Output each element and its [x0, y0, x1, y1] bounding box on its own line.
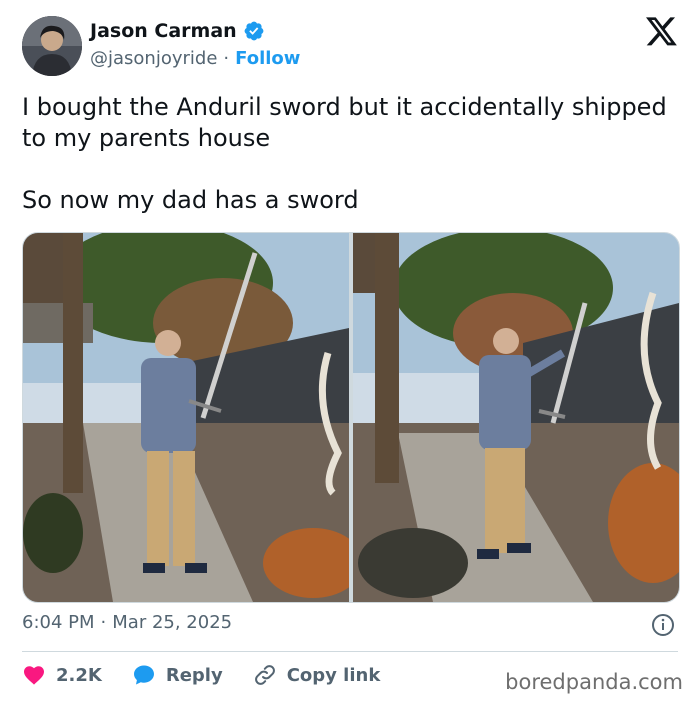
copy-link-button[interactable]: Copy link — [253, 663, 381, 687]
reply-button[interactable]: Reply — [132, 663, 223, 687]
tweet-text: I bought the Anduril sword but it accide… — [22, 92, 672, 216]
x-logo-icon[interactable] — [646, 17, 678, 47]
tweet-time[interactable]: 6:04 PM — [22, 612, 95, 633]
meta-separator: · — [100, 612, 107, 633]
info-icon[interactable] — [651, 613, 675, 637]
tweet-date[interactable]: Mar 25, 2025 — [112, 612, 232, 633]
reply-label: Reply — [165, 664, 223, 686]
tweet-text-line-2: So now my dad has a sword — [22, 186, 359, 214]
author-name[interactable]: Jason Carman — [90, 20, 237, 42]
handle-separator: · — [223, 48, 230, 69]
verified-badge-icon — [244, 21, 264, 41]
copy-link-label: Copy link — [286, 664, 381, 686]
avatar[interactable] — [22, 16, 82, 76]
tweet-card: Jason Carman @jasonjoyride · Follow I bo… — [0, 0, 700, 704]
follow-button[interactable]: Follow — [235, 48, 300, 69]
like-button[interactable]: 2.2K — [22, 663, 102, 687]
reply-bubble-icon — [133, 665, 154, 685]
action-bar: 2.2K Reply Copy link — [22, 663, 410, 687]
divider — [22, 651, 678, 652]
watermark: boredpanda.com — [505, 670, 683, 694]
heart-icon — [24, 666, 44, 685]
photo-2[interactable] — [353, 233, 679, 602]
tweet-text-line-1: I bought the Anduril sword but it accide… — [22, 93, 667, 152]
link-icon — [254, 665, 275, 685]
tweet-timestamp[interactable]: 6:04 PM · Mar 25, 2025 — [22, 612, 232, 633]
like-count: 2.2K — [56, 664, 102, 686]
author-handle[interactable]: @jasonjoyride — [90, 48, 217, 69]
photo-1[interactable] — [23, 233, 349, 602]
tweet-media[interactable] — [22, 232, 680, 603]
